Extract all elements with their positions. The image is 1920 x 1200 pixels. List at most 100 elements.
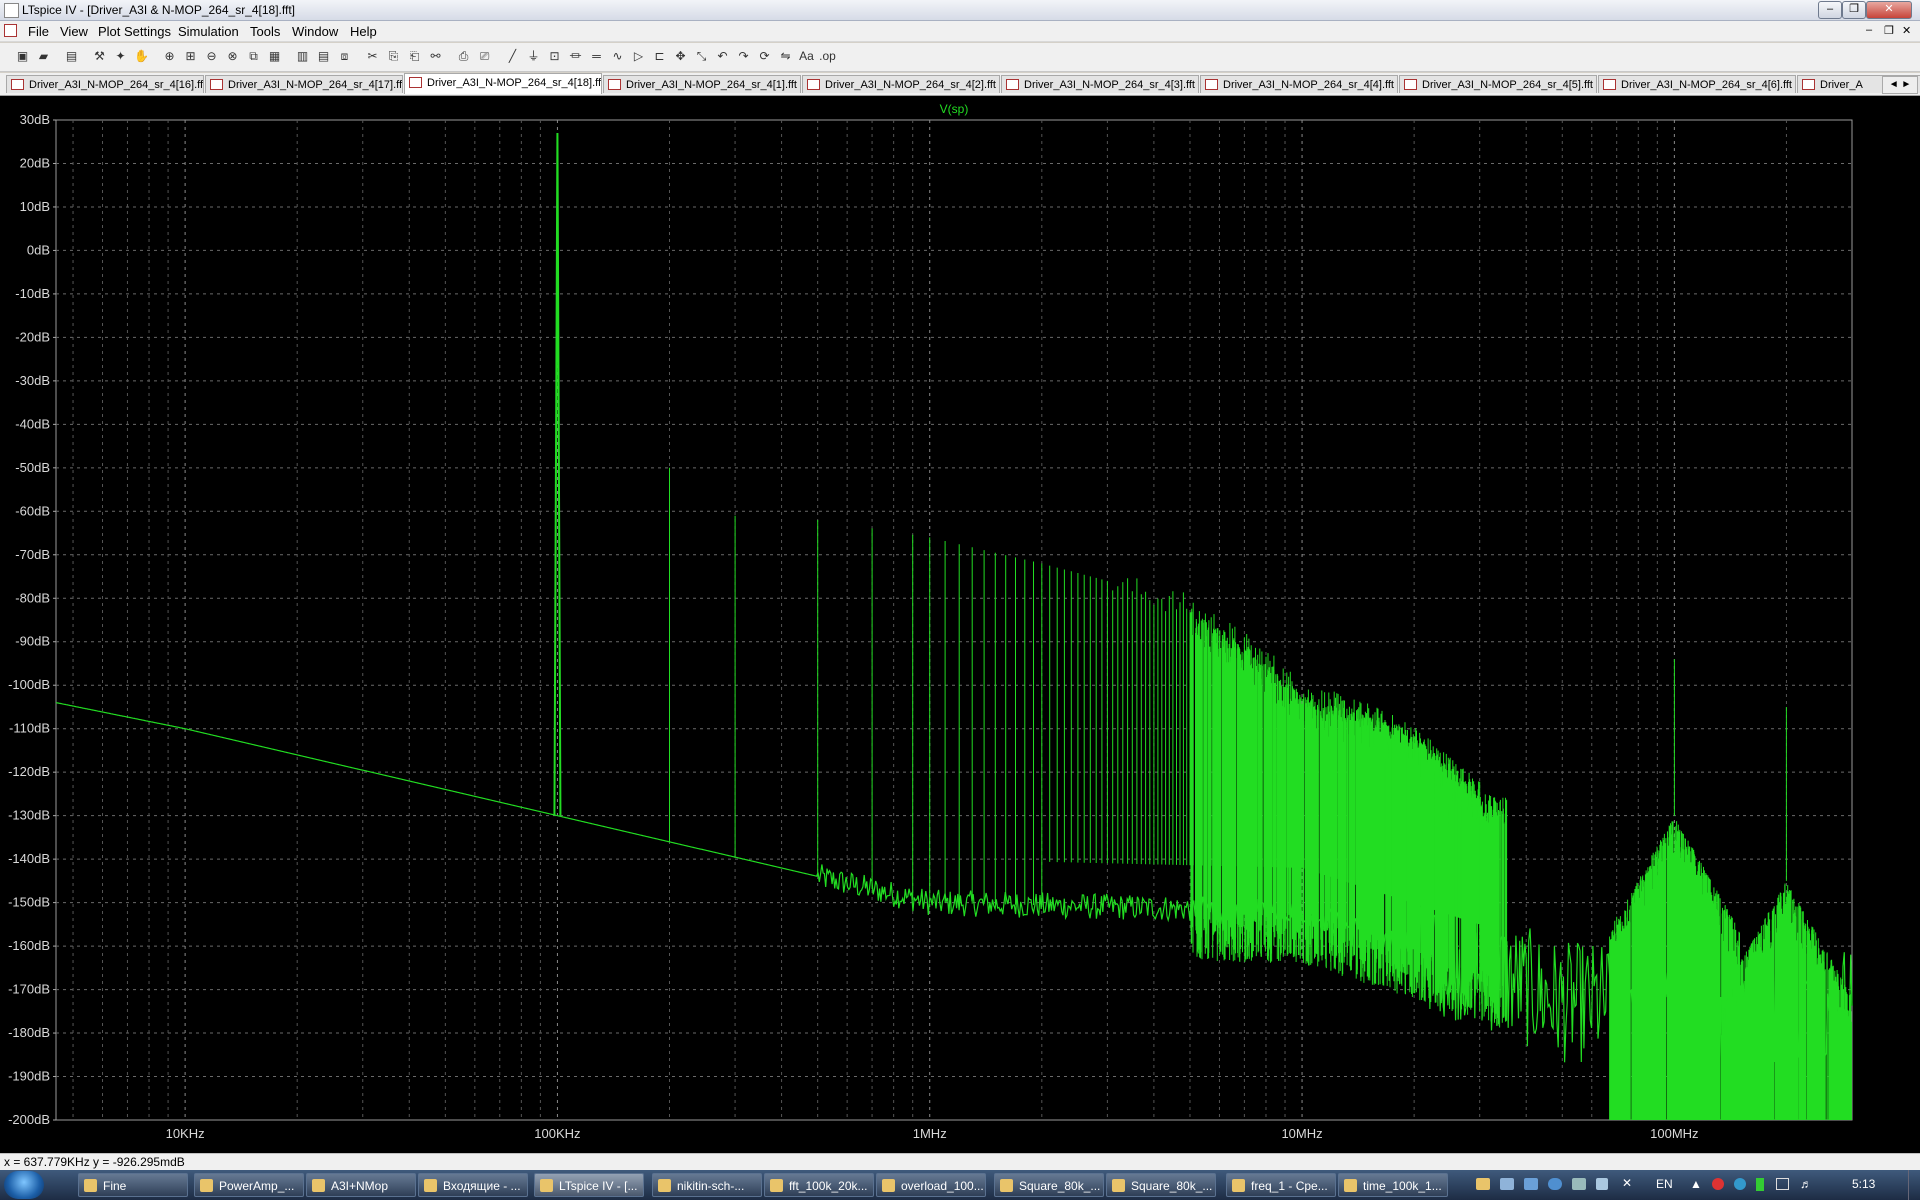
tray-settings-icon[interactable] [1572,1178,1586,1190]
wire-icon[interactable]: ╱ [504,48,521,65]
taskbar-item-4[interactable]: LTspice IV - [... [534,1173,644,1197]
save-icon[interactable]: ▤ [63,48,80,65]
paste-icon[interactable]: ⎗ [406,48,423,65]
tray-network-icon[interactable] [1500,1178,1514,1190]
sideband-1 [1720,707,1852,1120]
start-button[interactable] [4,1171,44,1199]
text-icon[interactable]: Aa [798,48,815,65]
tab-7[interactable]: Driver_A3I_N-MOP_264_sr_4[5].fft [1399,75,1597,93]
control-panel-icon[interactable]: ⚒ [91,48,108,65]
tab-4[interactable]: Driver_A3I_N-MOP_264_sr_4[2].fft [802,75,1000,93]
minimize-button[interactable]: – [1818,1,1842,19]
tile-horizontal-icon[interactable]: ▥ [294,48,311,65]
taskbar-item-0[interactable]: Fine [78,1173,188,1197]
menu-window[interactable]: Window [292,24,338,39]
rotate-icon[interactable]: ⟳ [756,48,773,65]
cascade-icon[interactable]: ⧈ [336,48,353,65]
tray-expand-icon[interactable]: ▲ [1690,1177,1702,1191]
tab-2[interactable]: Driver_A3I_N-MOP_264_sr_4[18].fft [404,73,602,94]
label-icon[interactable]: ⊡ [546,48,563,65]
menu-tools[interactable]: Tools [250,24,280,39]
ground-icon[interactable]: ⏚ [525,48,542,65]
menu-plot-settings[interactable]: Plot Settings [98,24,171,39]
tab-6[interactable]: Driver_A3I_N-MOP_264_sr_4[4].fft [1200,75,1398,93]
undo-icon[interactable]: ↶ [714,48,731,65]
tab-0[interactable]: Driver_A3I_N-MOP_264_sr_4[16].fft [6,75,204,93]
new-schematic-icon[interactable]: ▣ [14,48,31,65]
tray-monitor-icon[interactable] [1524,1178,1538,1190]
spice-directive-icon[interactable]: .op [819,48,836,65]
resistor-icon[interactable]: ⏛ [567,48,584,65]
zoom-area-icon[interactable]: ⊞ [182,48,199,65]
tab-label: Driver_A [1820,79,1863,91]
taskbar-item-2[interactable]: A3I+NMop [306,1173,416,1197]
tab-scroll-arrows[interactable]: ◄ ► [1882,76,1918,94]
drag-icon[interactable]: ⤡ [693,48,710,65]
taskbar-item-7[interactable]: overload_100... [876,1173,986,1197]
volume-icon[interactable]: ♬ [1800,1177,1812,1191]
taskbar-item-10[interactable]: freq_1 - Сре... [1226,1173,1336,1197]
trace-label[interactable]: V(sp) [940,102,969,116]
battery-icon[interactable] [1756,1178,1764,1191]
tab-1[interactable]: Driver_A3I_N-MOP_264_sr_4[17].fft [205,75,403,93]
inductor-icon[interactable]: ∿ [609,48,626,65]
find-icon[interactable]: ⚯ [427,48,444,65]
taskbar-item-11[interactable]: time_100k_1... [1338,1173,1448,1197]
mirror-icon[interactable]: ⇋ [777,48,794,65]
taskbar-item-5[interactable]: nikitin-sch-... [652,1173,762,1197]
tray-globe-icon[interactable] [1734,1178,1746,1190]
tray-close-icon[interactable]: ✕ [1622,1176,1632,1190]
plot-pane[interactable]: 30dB 20dB 10dB 0dB -10dB -20dB -30dB -40dB -50dB… [0,96,1920,1153]
taskbar-item-6[interactable]: fft_100k_20k... [764,1173,874,1197]
menu-view[interactable]: View [60,24,88,39]
tab-3[interactable]: Driver_A3I_N-MOP_264_sr_4[1].fft [603,75,801,93]
network-icon[interactable] [1776,1178,1789,1190]
open-icon[interactable]: ▰ [35,48,52,65]
print-icon[interactable]: ⎚ [476,48,493,65]
taskbar-item-1[interactable]: PowerAmp_... [194,1173,304,1197]
menu-help[interactable]: Help [350,24,377,39]
taskbar-item-3[interactable]: Входящие - ... [418,1173,528,1197]
tab-8[interactable]: Driver_A3I_N-MOP_264_sr_4[6].fft [1598,75,1796,93]
redo-icon[interactable]: ↷ [735,48,752,65]
tab-5[interactable]: Driver_A3I_N-MOP_264_sr_4[3].fft [1001,75,1199,93]
taskbar-item-8[interactable]: Square_80k_... [994,1173,1104,1197]
taskbar-item-9[interactable]: Square_80k_... [1106,1173,1216,1197]
window-title: LTspice IV - [Driver_A3I & N-MOP_264_sr_… [22,3,295,17]
menu-file[interactable]: File [28,24,49,39]
zoom-fit-icon[interactable]: ⊗ [224,48,241,65]
run-icon[interactable]: ✦ [112,48,129,65]
halt-icon[interactable]: ✋ [133,48,150,65]
mdi-restore-button[interactable]: ❐ [1884,24,1894,37]
fft-plot[interactable]: 30dB 20dB 10dB 0dB -10dB -20dB -30dB -40dB -50dB… [0,96,1920,1153]
close-button[interactable]: ✕ [1866,1,1912,19]
mdi-close-button[interactable]: ✕ [1902,24,1911,37]
restore-button[interactable]: ❐ [1842,1,1866,19]
grid-icon[interactable]: ▦ [266,48,283,65]
clock[interactable]: 5:13 [1852,1177,1875,1191]
zoom-in-icon[interactable]: ⊕ [161,48,178,65]
cut-icon[interactable]: ✂ [364,48,381,65]
show-desktop-button[interactable] [1908,1170,1920,1200]
component-icon[interactable]: ⊏ [651,48,668,65]
y-tick-label: -50dB [15,460,50,475]
diode-icon[interactable]: ▷ [630,48,647,65]
copy-icon[interactable]: ⎘ [385,48,402,65]
tab-label: Driver_A3I_N-MOP_264_sr_4[5].fft [1422,79,1593,91]
tray-app-icon[interactable] [1548,1178,1562,1190]
capacitor-icon[interactable]: ═ [588,48,605,65]
document-icon [4,24,17,37]
tray-trash-icon[interactable] [1596,1178,1608,1190]
menu-simulation[interactable]: Simulation [178,24,239,39]
language-indicator[interactable]: EN [1656,1177,1673,1191]
mdi-minimize-button[interactable]: – [1866,24,1872,36]
antivirus-icon[interactable] [1712,1178,1724,1190]
tile-vertical-icon[interactable]: ▤ [315,48,332,65]
zoom-out-icon[interactable]: ⊖ [203,48,220,65]
autorange-icon[interactable]: ⧉ [245,48,262,65]
y-tick-label: 20dB [20,155,50,170]
waveform-icon [11,79,24,90]
print-preview-icon[interactable]: ⎙ [455,48,472,65]
move-icon[interactable]: ✥ [672,48,689,65]
tray-folder-icon[interactable] [1476,1178,1490,1190]
